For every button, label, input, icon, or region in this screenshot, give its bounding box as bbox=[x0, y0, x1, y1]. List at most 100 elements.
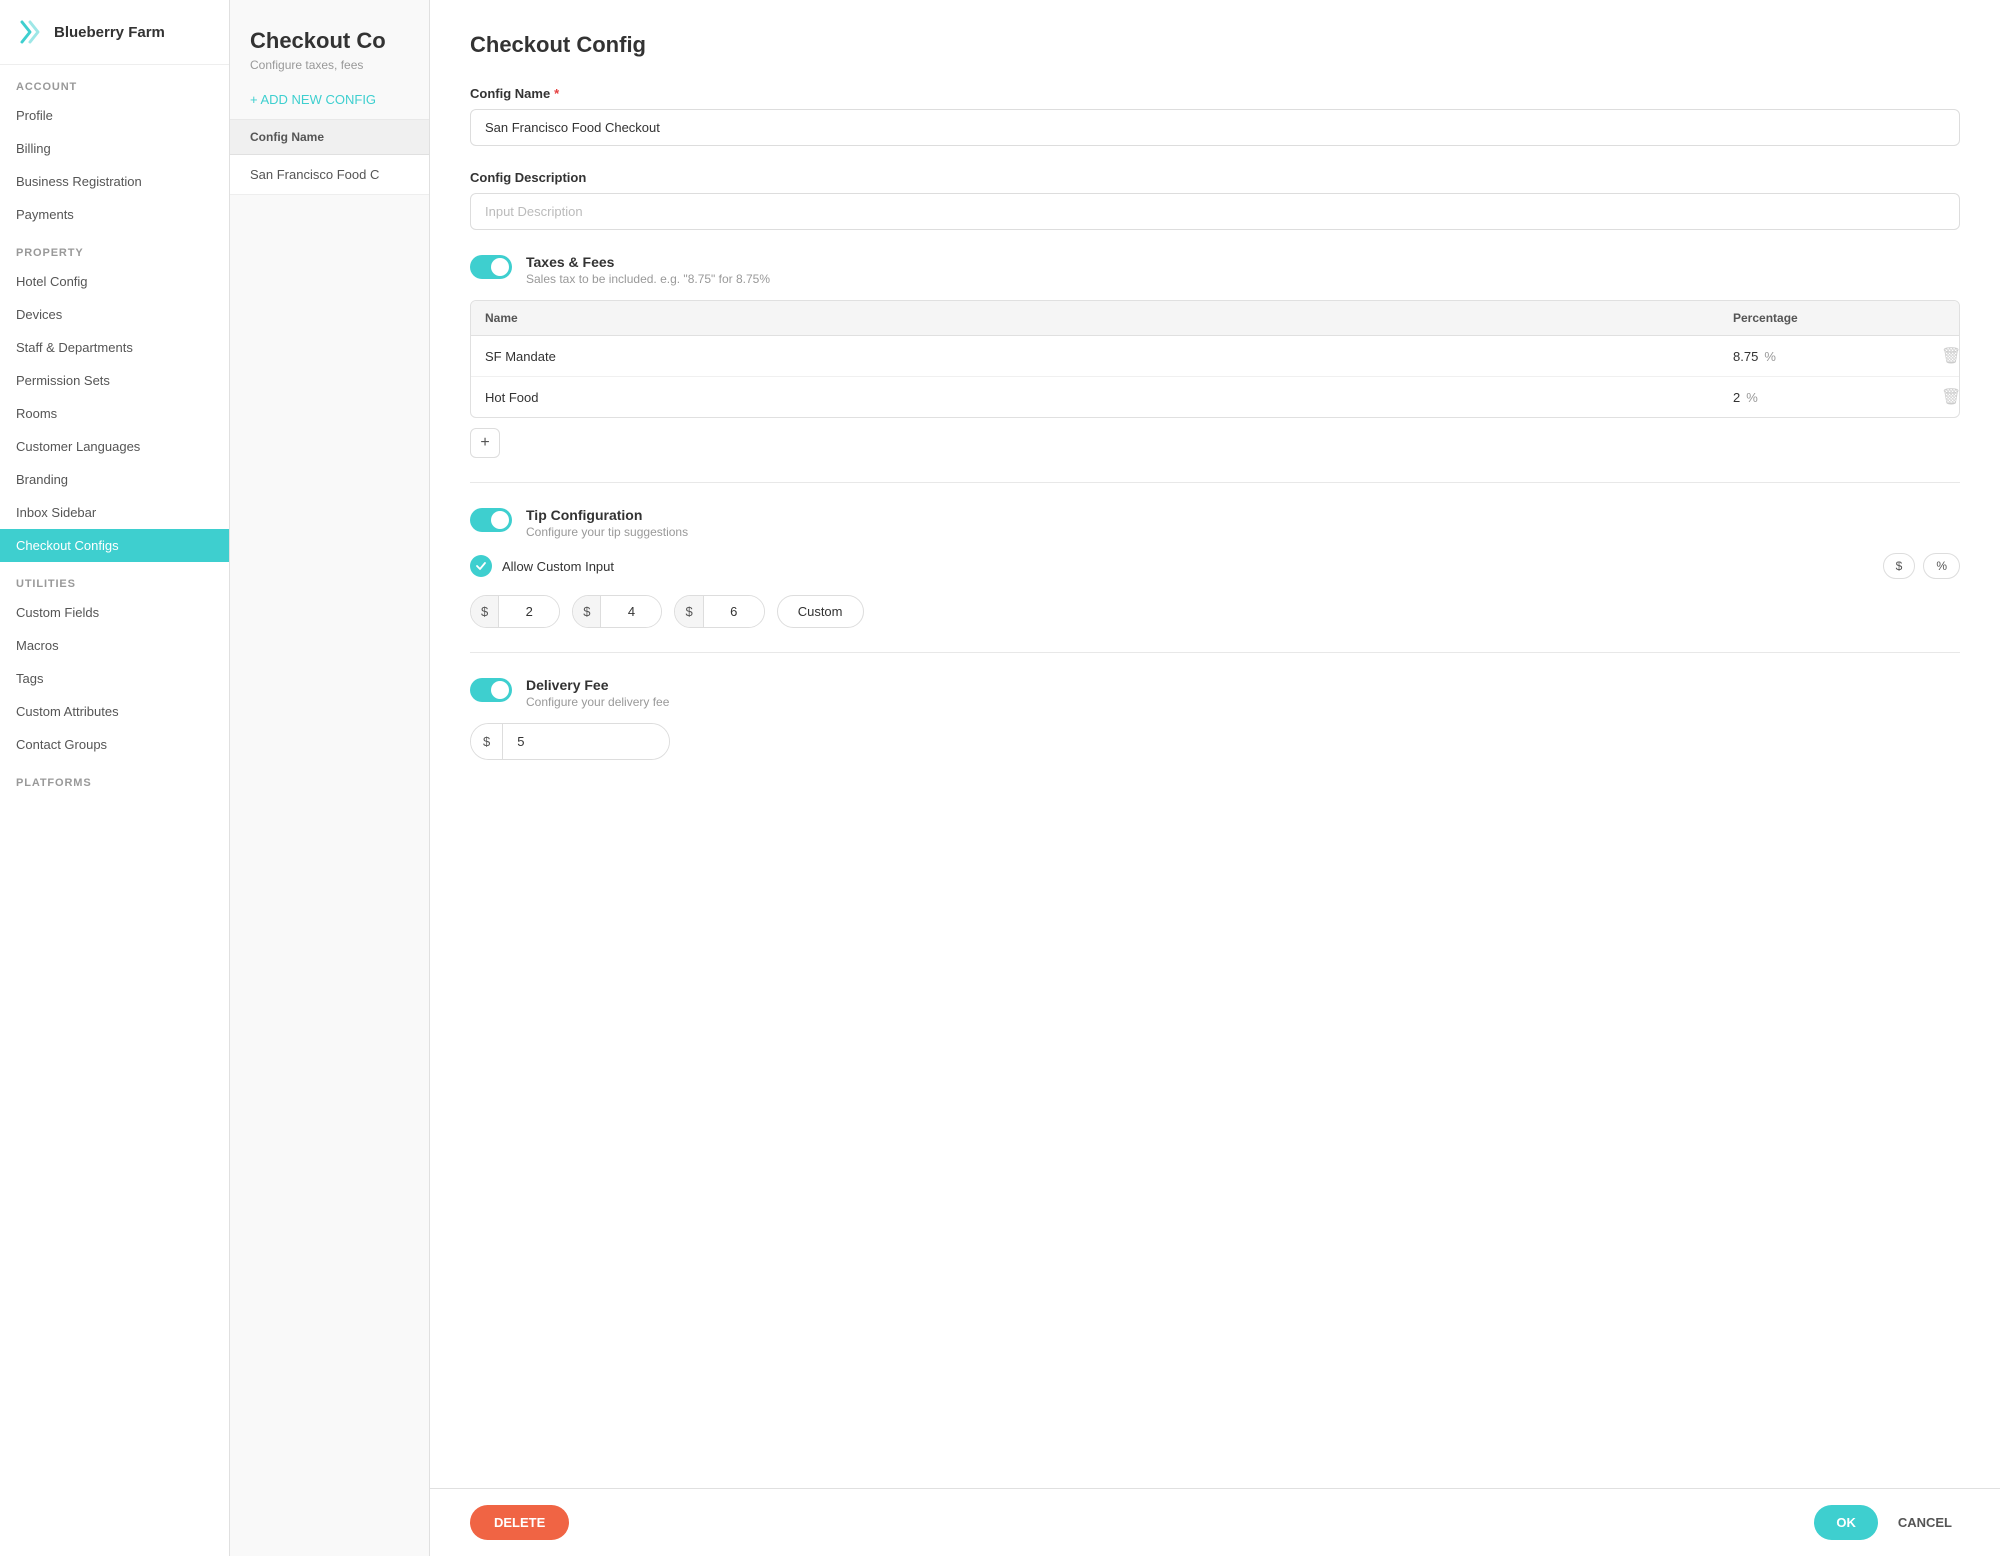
tip-currency-1: $ bbox=[573, 596, 601, 627]
tip-option-1: $ 4 bbox=[572, 595, 662, 628]
table-row: Hot Food 2 % 🗑 bbox=[471, 377, 1959, 417]
taxes-subtitle: Sales tax to be included. e.g. "8.75" fo… bbox=[526, 272, 770, 286]
logo-icon bbox=[16, 18, 44, 46]
tip-options: $ 2 $ 4 $ 6 Custom bbox=[470, 595, 1960, 628]
footer-right: OK CANCEL bbox=[1814, 1505, 1960, 1540]
delete-tax-1-icon[interactable]: 🗑 bbox=[1933, 389, 1960, 406]
config-name-group: Config Name * bbox=[470, 86, 1960, 146]
delete-tax-0-icon[interactable]: 🗑 bbox=[1933, 348, 1960, 365]
sidebar-item-staff-departments[interactable]: Staff & Departments bbox=[0, 331, 229, 364]
tip-title: Tip Configuration bbox=[526, 507, 688, 523]
cancel-button[interactable]: CANCEL bbox=[1890, 1505, 1960, 1540]
delivery-fee-input[interactable] bbox=[503, 724, 670, 759]
tip-value-2[interactable]: 6 bbox=[704, 596, 764, 627]
col-percentage-header: Percentage bbox=[1719, 301, 1919, 335]
delivery-header: Delivery Fee Configure your delivery fee bbox=[470, 677, 1960, 709]
delivery-title: Delivery Fee bbox=[526, 677, 669, 693]
tax-name-1: Hot Food bbox=[471, 380, 1719, 415]
main-content: Checkout Config Config Name * Config Des… bbox=[430, 0, 2000, 1488]
tip-value-1[interactable]: 4 bbox=[601, 596, 661, 627]
sidebar-item-customer-languages[interactable]: Customer Languages bbox=[0, 430, 229, 463]
middle-subtitle: Configure taxes, fees bbox=[250, 58, 409, 72]
sidebar-item-contact-groups[interactable]: Contact Groups bbox=[0, 728, 229, 761]
sidebar-item-custom-fields[interactable]: Custom Fields bbox=[0, 596, 229, 629]
section-platforms: PLATFORMS bbox=[0, 761, 229, 795]
delivery-toggle[interactable] bbox=[470, 678, 512, 702]
sidebar-item-checkout-configs[interactable]: Checkout Configs bbox=[0, 529, 229, 562]
allow-custom-label: Allow Custom Input bbox=[502, 559, 1873, 574]
percent-currency-btn[interactable]: % bbox=[1923, 553, 1960, 579]
tax-name-0: SF Mandate bbox=[471, 339, 1719, 374]
sidebar-item-tags[interactable]: Tags bbox=[0, 662, 229, 695]
config-desc-input[interactable] bbox=[470, 193, 1960, 230]
taxes-toggle[interactable] bbox=[470, 255, 512, 279]
tip-toggle[interactable] bbox=[470, 508, 512, 532]
section-property: PROPERTY bbox=[0, 231, 229, 265]
middle-panel: Checkout Co Configure taxes, fees + ADD … bbox=[230, 0, 430, 1556]
taxes-table: Name Percentage SF Mandate 8.75 % 🗑 bbox=[470, 300, 1960, 418]
config-list-item[interactable]: San Francisco Food C bbox=[230, 155, 429, 195]
divider-1 bbox=[470, 482, 1960, 483]
sidebar-item-custom-attributes[interactable]: Custom Attributes bbox=[0, 695, 229, 728]
config-desc-group: Config Description bbox=[470, 170, 1960, 230]
col-name-header: Name bbox=[471, 301, 1719, 335]
table-row: SF Mandate 8.75 % 🗑 bbox=[471, 336, 1959, 377]
tip-currency-0: $ bbox=[471, 596, 499, 627]
percent-sign-0: % bbox=[1764, 349, 1776, 364]
ok-button[interactable]: OK bbox=[1814, 1505, 1878, 1540]
sidebar-item-billing[interactable]: Billing bbox=[0, 132, 229, 165]
taxes-section: Taxes & Fees Sales tax to be included. e… bbox=[470, 254, 1960, 458]
delivery-input-wrap: $ bbox=[470, 723, 670, 760]
section-utilities: UTILITIES bbox=[0, 562, 229, 596]
required-indicator: * bbox=[554, 86, 559, 101]
tip-option-2: $ 6 bbox=[674, 595, 764, 628]
section-account: ACCOUNT bbox=[0, 65, 229, 99]
sidebar-header: Blueberry Farm bbox=[0, 0, 229, 65]
sidebar-item-inbox-sidebar[interactable]: Inbox Sidebar bbox=[0, 496, 229, 529]
delivery-section: Delivery Fee Configure your delivery fee… bbox=[470, 677, 1960, 760]
config-name-label: Config Name * bbox=[470, 86, 1960, 101]
tip-value-0[interactable]: 2 bbox=[499, 596, 559, 627]
taxes-table-header: Name Percentage bbox=[471, 301, 1959, 336]
allow-custom-row: Allow Custom Input $ % bbox=[470, 553, 1960, 579]
divider-2 bbox=[470, 652, 1960, 653]
sidebar-item-hotel-config[interactable]: Hotel Config bbox=[0, 265, 229, 298]
sidebar-item-branding[interactable]: Branding bbox=[0, 463, 229, 496]
tip-custom-button[interactable]: Custom bbox=[777, 595, 864, 628]
main-panel: Checkout Config Config Name * Config Des… bbox=[430, 0, 2000, 1556]
sidebar-item-macros[interactable]: Macros bbox=[0, 629, 229, 662]
footer-bar: DELETE OK CANCEL bbox=[430, 1488, 2000, 1556]
allow-custom-checkbox[interactable] bbox=[470, 555, 492, 577]
sidebar-item-payments[interactable]: Payments bbox=[0, 198, 229, 231]
sidebar-item-devices[interactable]: Devices bbox=[0, 298, 229, 331]
sidebar-item-business-registration[interactable]: Business Registration bbox=[0, 165, 229, 198]
brand-name: Blueberry Farm bbox=[54, 24, 165, 41]
tax-percentage-0: 8.75 bbox=[1733, 349, 1758, 364]
tip-section: Tip Configuration Configure your tip sug… bbox=[470, 507, 1960, 628]
tip-header: Tip Configuration Configure your tip sug… bbox=[470, 507, 1960, 539]
delivery-subtitle: Configure your delivery fee bbox=[526, 695, 669, 709]
page-title: Checkout Config bbox=[470, 32, 1960, 58]
delete-button[interactable]: DELETE bbox=[470, 1505, 569, 1540]
taxes-title: Taxes & Fees bbox=[526, 254, 770, 270]
currency-toggle: $ % bbox=[1883, 553, 1960, 579]
sidebar-item-permission-sets[interactable]: Permission Sets bbox=[0, 364, 229, 397]
middle-header: Checkout Co Configure taxes, fees bbox=[230, 0, 429, 80]
sidebar-item-profile[interactable]: Profile bbox=[0, 99, 229, 132]
add-config-button[interactable]: + ADD NEW CONFIG bbox=[230, 80, 429, 120]
tip-option-0: $ 2 bbox=[470, 595, 560, 628]
check-icon bbox=[475, 560, 487, 572]
config-name-input[interactable] bbox=[470, 109, 1960, 146]
tip-subtitle: Configure your tip suggestions bbox=[526, 525, 688, 539]
percent-sign-1: % bbox=[1746, 390, 1758, 405]
middle-title: Checkout Co bbox=[250, 28, 409, 54]
dollar-currency-btn[interactable]: $ bbox=[1883, 553, 1916, 579]
delivery-currency-symbol: $ bbox=[471, 724, 503, 759]
config-desc-label: Config Description bbox=[470, 170, 1960, 185]
tax-percentage-1: 2 bbox=[1733, 390, 1740, 405]
add-tax-row-button[interactable]: + bbox=[470, 428, 500, 458]
taxes-header: Taxes & Fees Sales tax to be included. e… bbox=[470, 254, 1960, 286]
sidebar: Blueberry Farm ACCOUNT Profile Billing B… bbox=[0, 0, 230, 1556]
sidebar-item-rooms[interactable]: Rooms bbox=[0, 397, 229, 430]
config-list-header: Config Name bbox=[230, 120, 429, 155]
